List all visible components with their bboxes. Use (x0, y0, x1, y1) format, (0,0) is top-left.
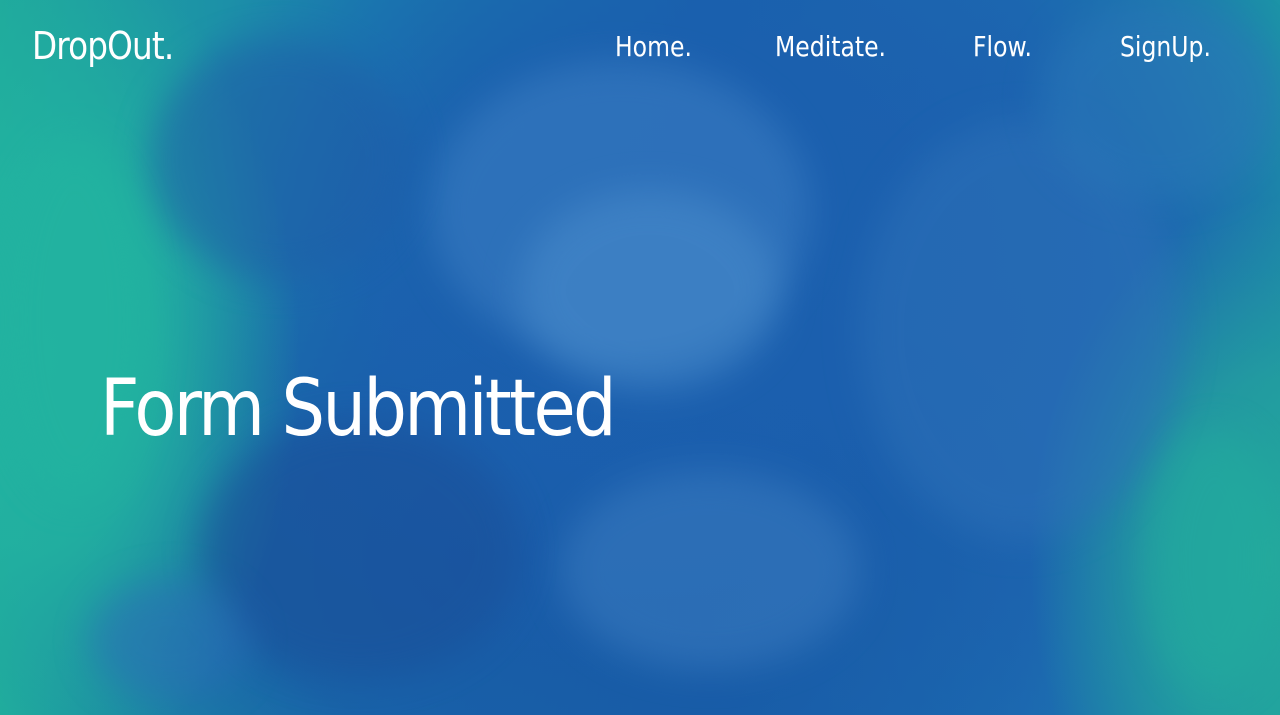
hero-background-image (0, 0, 1280, 715)
ink-smoke-shape (560, 470, 860, 670)
nav-link-meditate[interactable]: Meditate. (775, 30, 886, 63)
ink-smoke-shape (520, 190, 780, 390)
main-nav: Home. Meditate. Flow. SignUp. (0, 30, 1280, 74)
nav-link-flow[interactable]: Flow. (973, 30, 1032, 63)
ink-smoke-shape (90, 580, 250, 700)
nav-link-signup[interactable]: SignUp. (1120, 30, 1211, 63)
teal-water-shape (1150, 430, 1280, 690)
nav-link-home[interactable]: Home. (615, 30, 692, 63)
hero-title: Form Submitted (100, 364, 617, 455)
site-header: DropOut. Home. Meditate. Flow. SignUp. (0, 0, 1280, 100)
